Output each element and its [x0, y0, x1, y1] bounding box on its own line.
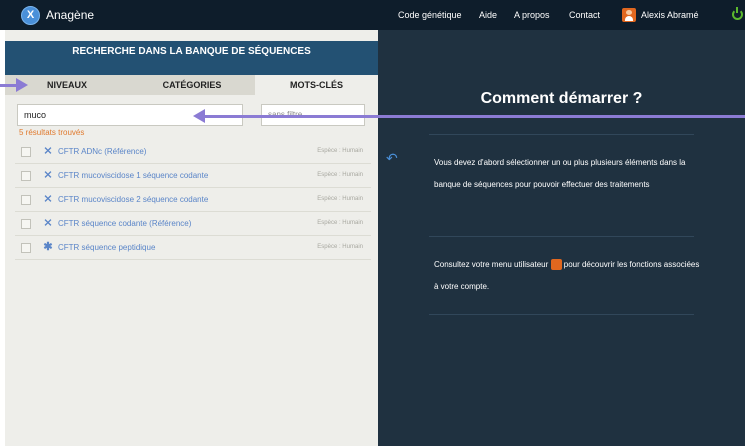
nav-link-code-genetique[interactable]: Code génétique [398, 10, 462, 20]
result-count: 5 résultats trouvés [19, 128, 85, 137]
user-avatar-icon [550, 259, 562, 271]
result-label[interactable]: CFTR ADNc (Référence) [58, 147, 146, 156]
dna-icon: ⨯ [43, 169, 53, 181]
sequence-search-panel: RECHERCHE DANS LA BANQUE DE SÉQUENCES NI… [5, 30, 380, 446]
dna-icon: ⨯ [43, 145, 53, 157]
search-tabs: NIVEAUX CATÉGORIES MOTS-CLÉS [5, 75, 378, 95]
result-checkbox[interactable] [21, 219, 31, 229]
user-menu[interactable]: Alexis Abramé [641, 10, 699, 20]
help-panel: ↶ Comment démarrer ? Vous devez d'abord … [378, 30, 745, 446]
result-checkbox[interactable] [21, 147, 31, 157]
app-name[interactable]: Anagène [46, 8, 94, 22]
result-row[interactable]: ⨯ CFTR séquence codante (Référence) Espè… [15, 212, 371, 236]
help-heading: Comment démarrer ? [480, 90, 643, 107]
divider [429, 236, 694, 237]
tab-categories[interactable]: CATÉGORIES [129, 75, 255, 95]
help-paragraph-2: Consultez votre menu utilisateur pour dé… [434, 254, 704, 298]
result-label[interactable]: CFTR mucoviscidose 2 séquence codante [58, 195, 208, 204]
dna-icon: ⨯ [43, 217, 53, 229]
help-paragraph-1: Vous devez d'abord sélectionner un ou pl… [434, 158, 686, 189]
result-label[interactable]: CFTR mucoviscidose 1 séquence codante [58, 171, 208, 180]
annotation-arrow-head-icon [16, 78, 28, 92]
result-row[interactable]: ✱ CFTR séquence peptidique Espèce : Huma… [15, 236, 371, 260]
user-avatar-icon[interactable] [622, 8, 636, 22]
protein-icon: ✱ [43, 241, 53, 253]
annotation-arrow-head-icon [193, 109, 205, 123]
result-checkbox[interactable] [21, 243, 31, 253]
help-paragraph-2-start: Consultez votre menu utilisateur [434, 260, 549, 269]
power-icon[interactable] [732, 7, 743, 20]
tab-mots-cles[interactable]: MOTS-CLÉS [255, 75, 378, 95]
result-row[interactable]: ⨯ CFTR mucoviscidose 1 séquence codante … [15, 164, 371, 188]
result-checkbox[interactable] [21, 171, 31, 181]
result-species: Espèce : Humain [317, 220, 363, 226]
result-species: Espèce : Humain [317, 148, 363, 154]
result-species: Espèce : Humain [317, 196, 363, 202]
top-navigation-bar: X Anagène Code génétique Aide A propos C… [0, 0, 745, 30]
divider [429, 314, 694, 315]
divider [429, 134, 694, 135]
anagene-logo-icon[interactable]: X [21, 6, 40, 25]
result-label[interactable]: CFTR séquence codante (Référence) [58, 219, 191, 228]
dna-icon: ⨯ [43, 193, 53, 205]
result-species: Espèce : Humain [317, 244, 363, 250]
nav-link-contact[interactable]: Contact [569, 10, 600, 20]
result-label[interactable]: CFTR séquence peptidique [58, 243, 155, 252]
nav-link-aide[interactable]: Aide [479, 10, 497, 20]
annotation-arrow-search [205, 115, 745, 118]
nav-link-a-propos[interactable]: A propos [514, 10, 550, 20]
result-checkbox[interactable] [21, 195, 31, 205]
result-row[interactable]: ⨯ CFTR mucoviscidose 2 séquence codante … [15, 188, 371, 212]
result-species: Espèce : Humain [317, 172, 363, 178]
result-row[interactable]: ⨯ CFTR ADNc (Référence) Espèce : Humain [15, 140, 371, 164]
back-arrow-icon[interactable]: ↶ [386, 150, 398, 167]
